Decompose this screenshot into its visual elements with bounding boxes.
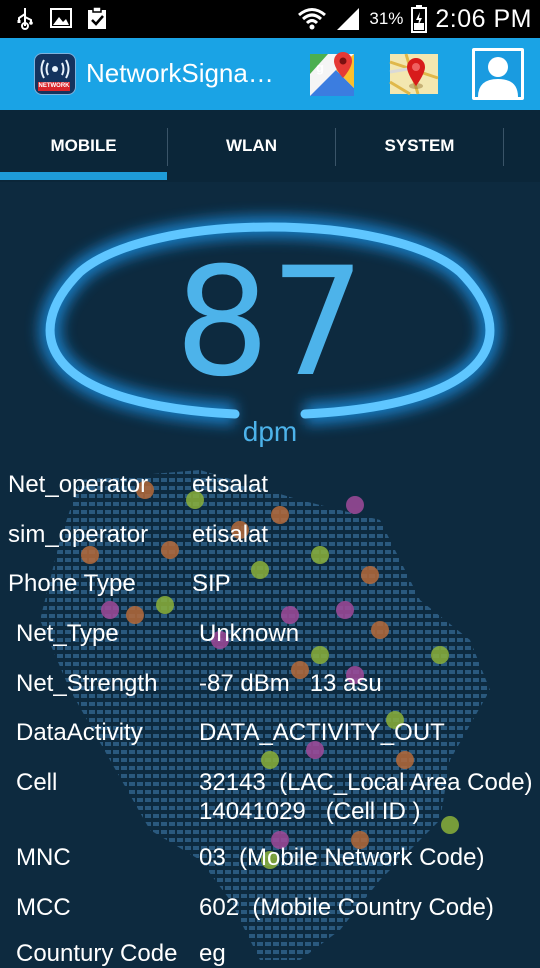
value-cell-lac: 32143 (LAC_Local Area Code) (199, 769, 533, 796)
label-phone-type: Phone Type (8, 570, 136, 597)
label-cell: Cell (16, 769, 58, 796)
value-phone-type: SIP (192, 570, 231, 597)
label-net-operator: Net_operator (8, 471, 149, 498)
value-mcc: 602 (Mobile Country Code) (199, 894, 494, 921)
label-net-strength: Net_Strength (16, 670, 158, 697)
value-mnc: 03 (Mobile Network Code) (199, 844, 485, 871)
label-country-code: Countury Code (16, 940, 178, 967)
label-mnc: MNC (16, 844, 71, 871)
value-country-code: eg (199, 940, 226, 967)
label-data-activity: DataActivity (16, 719, 143, 746)
value-sim-operator: etisalat (192, 521, 269, 548)
value-data-activity: DATA_ACTIVITY_OUT (199, 719, 445, 746)
value-cell-id: 14041029 (Cell ID ) (199, 798, 421, 825)
value-net-operator: etisalat (192, 471, 269, 498)
label-net-type: Net_Type (16, 620, 119, 647)
label-mcc: MCC (16, 894, 71, 921)
value-net-strength: -87 dBm 13 asu (199, 670, 382, 697)
network-info-list: Net_operator etisalat sim_operator etisa… (0, 0, 540, 967)
value-net-type: Unknown (199, 620, 300, 647)
label-sim-operator: sim_operator (8, 521, 149, 548)
